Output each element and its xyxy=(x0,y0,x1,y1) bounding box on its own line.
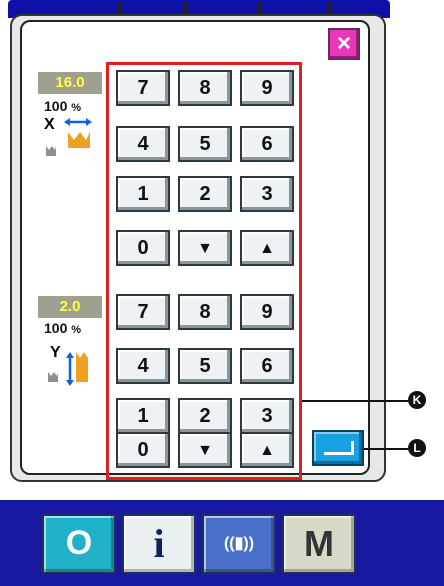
enter-button[interactable] xyxy=(312,430,364,466)
key-4-x[interactable]: 4 xyxy=(116,126,170,162)
key-2-x[interactable]: 2 xyxy=(178,176,232,212)
key-plus-x[interactable]: ▲ xyxy=(240,230,294,266)
key-3-y[interactable]: 3 xyxy=(240,398,294,434)
key-7-x[interactable]: 7 xyxy=(116,70,170,106)
x-percent-label: 100 % xyxy=(44,98,82,114)
info-button[interactable]: i xyxy=(122,514,196,574)
key-0-x[interactable]: 0 xyxy=(116,230,170,266)
key-5-y[interactable]: 5 xyxy=(178,348,232,384)
close-icon: × xyxy=(336,30,351,57)
reset-button[interactable]: O xyxy=(42,514,116,574)
key-minus-x[interactable]: ▼ xyxy=(178,230,232,266)
callout-line-keypad xyxy=(302,400,408,402)
communication-button[interactable]: ((▮)) xyxy=(202,514,276,574)
info-icon: i xyxy=(153,521,165,566)
key-0-y[interactable]: 0 xyxy=(116,432,170,468)
key-8-y[interactable]: 8 xyxy=(178,294,232,330)
key-1-x[interactable]: 1 xyxy=(116,176,170,212)
mode-button[interactable]: M xyxy=(282,514,356,574)
callout-line-enter xyxy=(364,448,408,450)
mode-icon: M xyxy=(304,523,334,564)
x-value-display: 16.0 xyxy=(38,72,102,94)
key-6-x[interactable]: 6 xyxy=(240,126,294,162)
key-9-y[interactable]: 9 xyxy=(240,294,294,330)
key-5-x[interactable]: 5 xyxy=(178,126,232,162)
y-value-display: 2.0 xyxy=(38,296,102,318)
callout-enter: L xyxy=(408,439,426,457)
enter-icon xyxy=(324,441,354,455)
key-3-x[interactable]: 3 xyxy=(240,176,294,212)
key-9-x[interactable]: 9 xyxy=(240,70,294,106)
y-percent-label: 100 % xyxy=(44,320,82,336)
key-6-y[interactable]: 6 xyxy=(240,348,294,384)
y-scale-icon xyxy=(48,352,88,386)
x-scale-icon xyxy=(46,118,92,156)
key-minus-y[interactable]: ▼ xyxy=(178,432,232,468)
callout-keypad: K xyxy=(408,391,426,409)
key-7-y[interactable]: 7 xyxy=(116,294,170,330)
communication-icon: ((▮)) xyxy=(223,535,255,552)
key-2-y[interactable]: 2 xyxy=(178,398,232,434)
key-4-y[interactable]: 4 xyxy=(116,348,170,384)
key-8-x[interactable]: 8 xyxy=(178,70,232,106)
reset-icon: O xyxy=(65,524,93,562)
key-plus-y[interactable]: ▲ xyxy=(240,432,294,468)
key-1-y[interactable]: 1 xyxy=(116,398,170,434)
close-button[interactable]: × xyxy=(328,28,360,60)
